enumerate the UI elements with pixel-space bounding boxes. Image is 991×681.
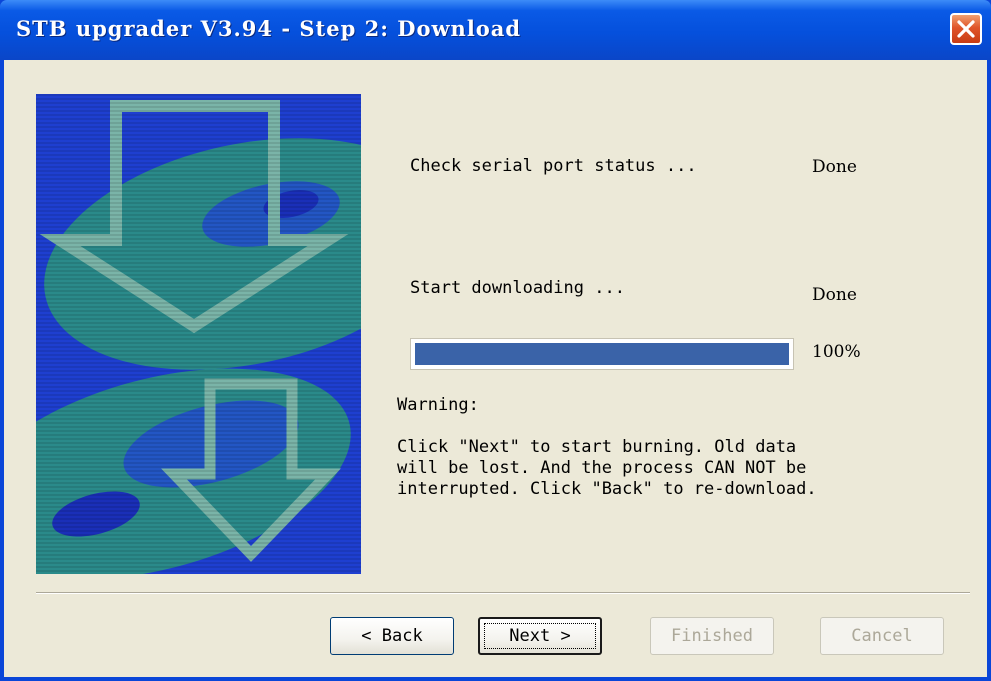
separator-line bbox=[36, 592, 970, 594]
download-banner-image bbox=[36, 94, 361, 574]
dialog-window: STB upgrader V3.94 - Step 2: Download Ch… bbox=[0, 0, 991, 681]
close-button[interactable] bbox=[950, 13, 982, 45]
focus-rect bbox=[484, 623, 596, 649]
back-button[interactable]: < Back bbox=[330, 617, 454, 655]
title-bar[interactable]: STB upgrader V3.94 - Step 2: Download bbox=[0, 0, 991, 60]
download-progress-bar bbox=[410, 338, 794, 370]
warning-line: interrupted. Click "Back" to re-download… bbox=[397, 479, 817, 499]
warning-line: will be lost. And the process CAN NOT be bbox=[397, 458, 807, 478]
warning-line: Click "Next" to start burning. Old data bbox=[397, 437, 797, 457]
warning-message: Click "Next" to start burning. Old data … bbox=[397, 437, 937, 500]
finished-button[interactable]: Finished bbox=[650, 617, 774, 655]
window-title: STB upgrader V3.94 - Step 2: Download bbox=[16, 16, 522, 41]
next-button[interactable]: Next > bbox=[478, 617, 602, 655]
step-check-serial-status: Done bbox=[812, 157, 857, 177]
close-x-icon bbox=[957, 20, 975, 38]
cancel-button[interactable]: Cancel bbox=[820, 617, 944, 655]
warning-title: Warning: bbox=[397, 395, 479, 415]
step-check-serial-label: Check serial port status ... bbox=[410, 156, 697, 176]
step-download-status: Done bbox=[812, 285, 857, 305]
download-progress-fill bbox=[415, 343, 789, 365]
step-download-label: Start downloading ... bbox=[410, 278, 625, 298]
dialog-client-area: Check serial port status ... Done Start … bbox=[4, 60, 987, 677]
progress-percent: 100% bbox=[812, 342, 861, 362]
